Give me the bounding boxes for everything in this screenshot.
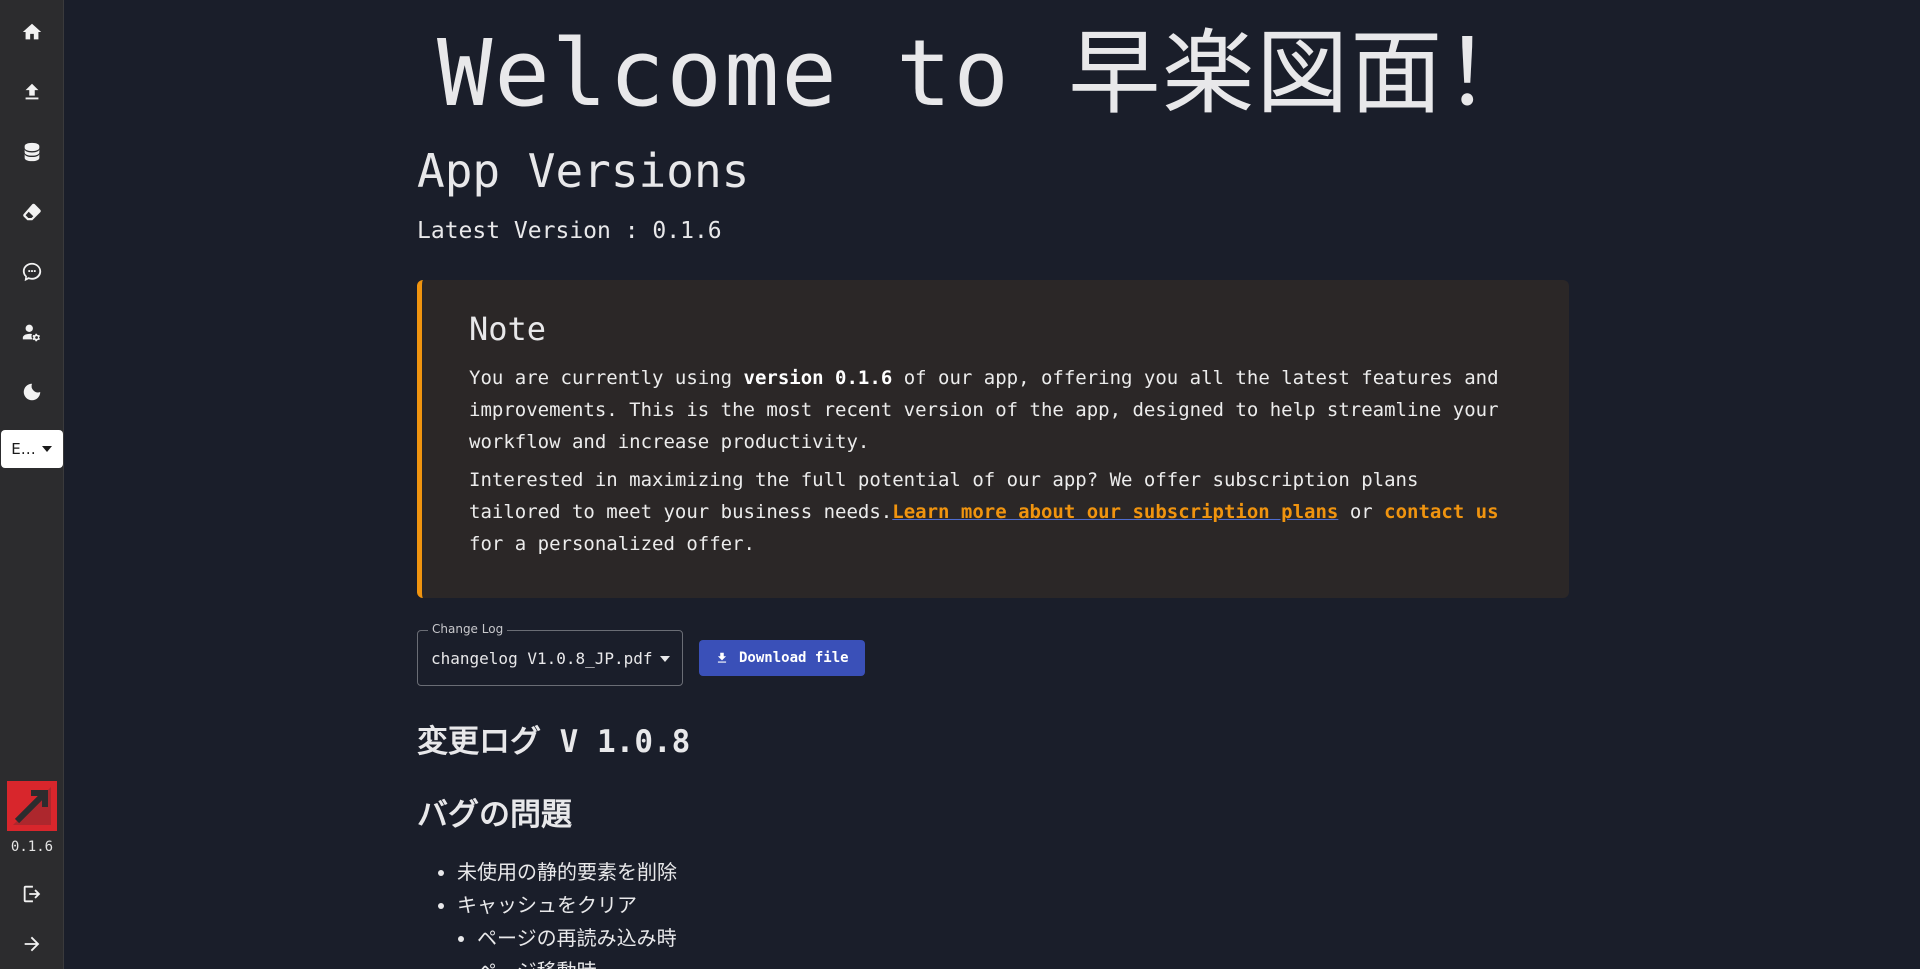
sidebar: E… 0.1.6 [0,0,64,969]
user-settings-icon [22,324,40,342]
nav-eraser[interactable] [4,186,60,238]
logout-icon [23,885,41,903]
language-select-value: E… [11,440,36,458]
eraser-icon [22,203,41,221]
nav-database[interactable] [4,126,60,178]
changelog-select-value: changelog V1.0.8_JP.pdf [431,648,653,668]
note-text: for a personalized offer. [469,533,755,555]
logout-button[interactable] [4,869,60,919]
note-paragraph-version: You are currently using version 0.1.6 of… [469,362,1519,458]
nav-chat[interactable] [4,246,60,298]
contact-us-link[interactable]: contact us [1384,501,1498,523]
note-version-bold: version 0.1.6 [743,367,893,389]
list-item: 未使用の静的要素を削除 [457,856,1569,889]
app-root: E… 0.1.6 Welcome to 早楽図面！ App Versions L… [0,0,1920,969]
database-icon [24,142,39,162]
upload-icon [25,83,38,100]
sidebar-bottom: 0.1.6 [0,781,64,969]
nav-home[interactable] [4,6,60,58]
download-file-label: Download file [739,650,849,666]
note-callout: Note You are currently using version 0.1… [417,280,1569,598]
arrow-right-icon [24,936,40,952]
list-item: ページ移動時 [477,955,1569,969]
changelog-heading: 変更ログ V 1.0.8 [417,724,691,760]
download-file-button[interactable]: Download file [699,640,865,676]
changelog-subheading: バグの問題 [417,797,572,833]
welcome-heading: Welcome to 早楽図面！ [437,20,1539,127]
page-title: App Versions [417,144,750,198]
subscription-plans-link[interactable]: Learn more about our subscription plans [892,501,1338,523]
latest-version-text: Latest Version : 0.1.6 [417,218,722,244]
app-logo-icon [7,781,57,831]
note-paragraph-subscription: Interested in maximizing the full potent… [469,464,1519,560]
list-item: キャッシュをクリア ページの再読み込み時 ページ移動時 [457,889,1569,969]
dark-mode-icon [23,383,40,401]
changelog-sublist: ページの再読み込み時 ページ移動時 [477,922,1569,969]
nav-dark-mode[interactable] [4,366,60,418]
note-text: You are currently using [469,367,744,389]
chevron-down-icon [41,446,52,452]
language-select[interactable]: E… [0,430,63,468]
nav-upload[interactable] [4,66,60,118]
changelog-select[interactable]: Change Log changelog V1.0.8_JP.pdf [417,622,683,686]
main-content: Welcome to 早楽図面！ App Versions Latest Ver… [417,0,1569,969]
note-text: or [1338,501,1385,523]
changelog-document: 変更ログ V 1.0.8 バグの問題 未使用の静的要素を削除 キャッシュをクリア… [417,716,1569,969]
list-item: ページの再読み込み時 [477,922,1569,955]
download-icon [717,652,727,663]
changelog-list: 未使用の静的要素を削除 キャッシュをクリア ページの再読み込み時 ページ移動時 [457,856,1569,969]
list-item-text: キャッシュをクリア [457,893,637,917]
nav-user-settings[interactable] [4,306,60,358]
chat-icon [22,262,41,282]
changelog-controls: Change Log changelog V1.0.8_JP.pdf Downl… [417,622,1569,686]
app-version-label: 0.1.6 [10,839,54,855]
expand-sidebar-button[interactable] [4,919,60,969]
changelog-select-label: Change Log [428,622,508,636]
chevron-down-icon [660,656,670,662]
home-icon [22,23,41,40]
note-title: Note [469,310,547,348]
